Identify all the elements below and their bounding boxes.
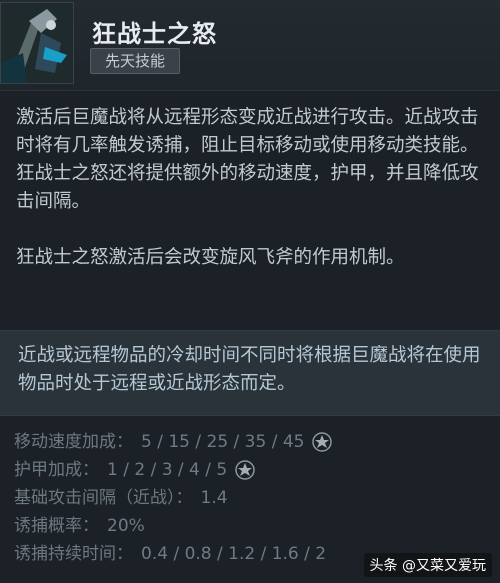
stat-label: 诱捕持续时间：	[14, 544, 133, 564]
description-paragraph-1: 激活后巨魔战将从远程形态变成近战进行攻击。近战攻击时将有几率触发诱捕，阻止目标移…	[16, 107, 479, 212]
stat-value: 5 / 15 / 25 / 35 / 45	[141, 432, 305, 452]
stat-row-attack-interval: 基础攻击间隔（近战）： 1.4	[14, 484, 494, 512]
ability-stats-list: 移动速度加成： 5 / 15 / 25 / 35 / 45 护甲加成： 1 / 2 …	[14, 428, 494, 568]
stat-label: 护甲加成：	[14, 460, 99, 480]
source-watermark: 头条 @又菜又爱玩	[363, 553, 492, 577]
ability-note-text: 近战或远程物品的冷却时间不同时将根据巨魔战将在使用物品时处于远程或近战形态而定。	[18, 345, 481, 394]
stat-row-move-speed: 移动速度加成： 5 / 15 / 25 / 35 / 45	[14, 428, 494, 456]
ability-portrait-icon	[0, 2, 74, 84]
stat-row-armor: 护甲加成： 1 / 2 / 3 / 4 / 5	[14, 456, 494, 484]
stat-label: 诱捕概率：	[14, 516, 99, 536]
aghanims-scepter-icon	[234, 460, 255, 480]
stat-value: 1 / 2 / 3 / 4 / 5	[107, 460, 228, 480]
stat-label: 移动速度加成：	[14, 432, 133, 452]
ability-title: 狂战士之怒	[92, 20, 217, 48]
ability-note-box: 近战或远程物品的冷却时间不同时将根据巨魔战将在使用物品时处于远程或近战形态而定。	[0, 330, 500, 416]
aghanims-scepter-icon	[312, 432, 332, 452]
ability-header: 狂战士之怒 先天技能	[0, 0, 500, 91]
stat-row-ensnare-chance: 诱捕概率： 20%	[14, 512, 494, 540]
stat-value: 20%	[107, 516, 145, 536]
description-paragraph-2: 狂战士之怒激活后会改变旋风飞斧的作用机制。	[16, 247, 405, 268]
stat-value: 1.4	[200, 488, 228, 508]
ability-description: 激活后巨魔战将从远程形态变成近战进行攻击。近战攻击时将有几率触发诱捕，阻止目标移…	[16, 104, 486, 300]
innate-ability-badge: 先天技能	[90, 48, 181, 74]
stat-label: 基础攻击间隔（近战）：	[14, 488, 193, 508]
stat-value: 0.4 / 0.8 / 1.2 / 1.6 / 2	[141, 544, 327, 564]
